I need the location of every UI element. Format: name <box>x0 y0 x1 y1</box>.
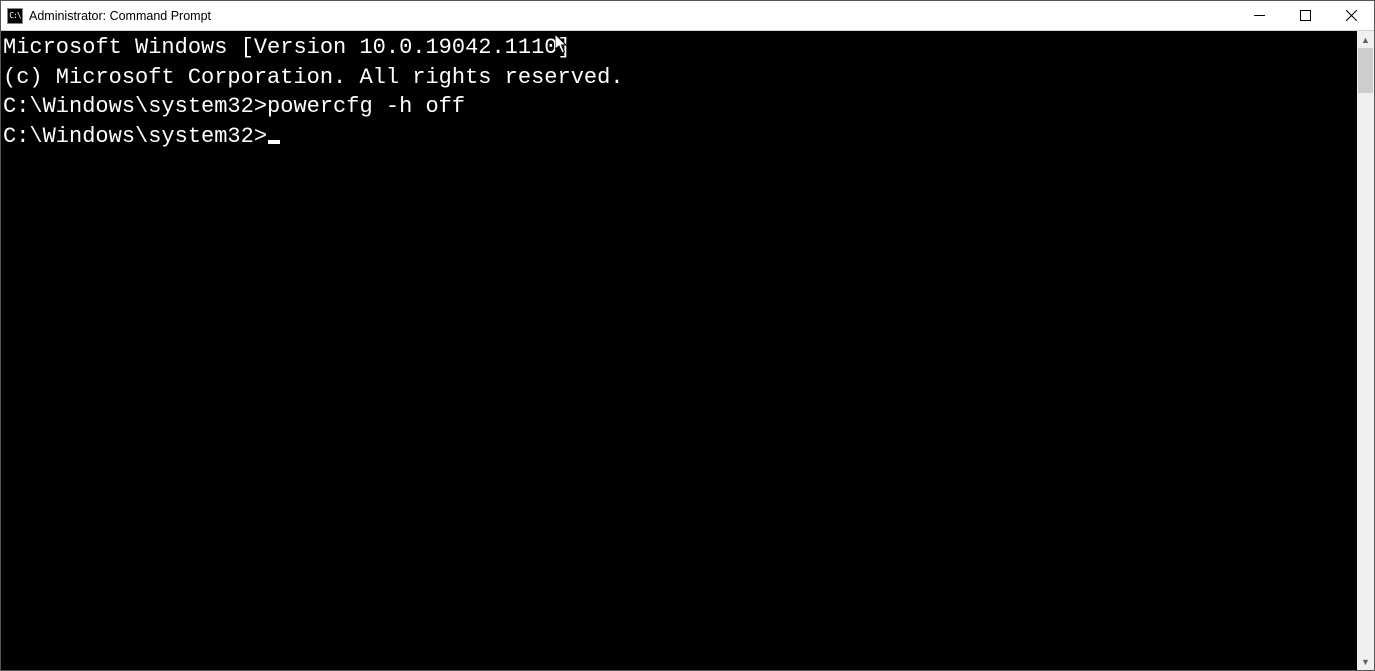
terminal-command: powercfg -h off <box>267 94 465 119</box>
titlebar-left: C:\ Administrator: Command Prompt <box>1 8 211 24</box>
terminal-prompt-line: C:\Windows\system32> <box>3 122 1355 152</box>
scroll-thumb[interactable] <box>1358 48 1373 93</box>
cmd-icon: C:\ <box>7 8 23 24</box>
terminal-prompt-line: C:\Windows\system32>powercfg -h off <box>3 92 1355 122</box>
terminal-line: Microsoft Windows [Version 10.0.19042.11… <box>3 33 1355 63</box>
terminal-cursor <box>268 140 280 144</box>
titlebar: C:\ Administrator: Command Prompt <box>1 1 1374 31</box>
scroll-up-arrow-icon[interactable]: ▲ <box>1357 31 1374 48</box>
window-controls <box>1236 1 1374 30</box>
terminal-line: (c) Microsoft Corporation. All rights re… <box>3 63 1355 93</box>
minimize-button[interactable] <box>1236 1 1282 30</box>
terminal-prompt: C:\Windows\system32> <box>3 94 267 119</box>
terminal-prompt: C:\Windows\system32> <box>3 124 267 149</box>
terminal-output[interactable]: Microsoft Windows [Version 10.0.19042.11… <box>1 31 1357 670</box>
terminal-wrapper: Microsoft Windows [Version 10.0.19042.11… <box>1 31 1374 670</box>
maximize-button[interactable] <box>1282 1 1328 30</box>
scroll-down-arrow-icon[interactable]: ▼ <box>1357 653 1374 670</box>
close-button[interactable] <box>1328 1 1374 30</box>
vertical-scrollbar[interactable]: ▲ ▼ <box>1357 31 1374 670</box>
window-title: Administrator: Command Prompt <box>29 9 211 23</box>
